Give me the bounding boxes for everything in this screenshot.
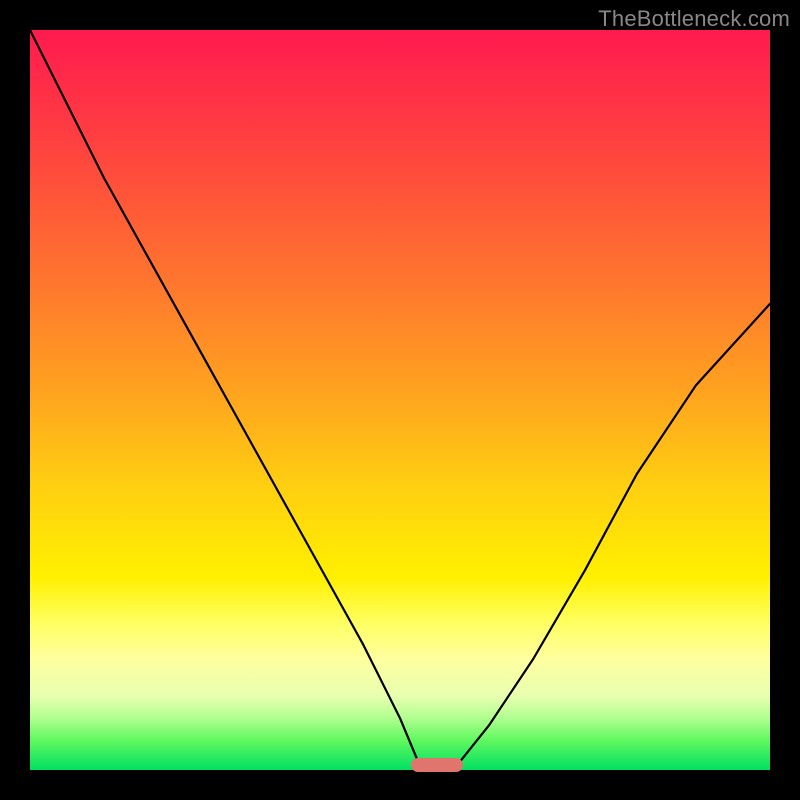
plot-area (30, 30, 770, 770)
bottleneck-curve (30, 30, 770, 770)
optimum-marker (411, 758, 463, 772)
chart-frame: TheBottleneck.com (0, 0, 800, 800)
watermark-text: TheBottleneck.com (598, 6, 790, 32)
